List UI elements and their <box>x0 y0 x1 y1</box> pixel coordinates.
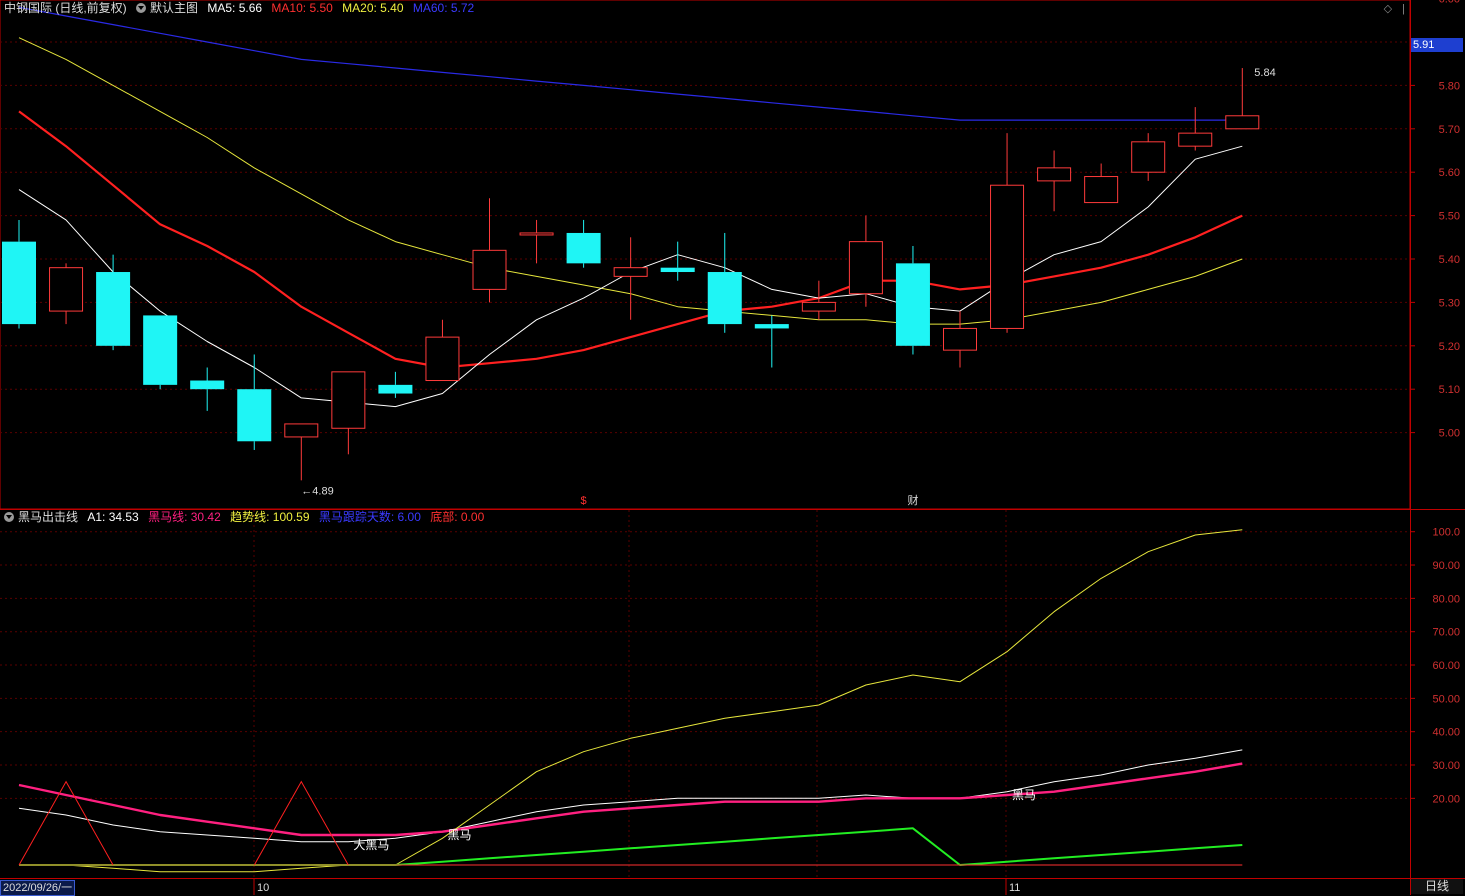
cursor-date-label: 2022/09/26/一 <box>0 880 76 896</box>
candle-up <box>943 327 977 351</box>
indicator-tick-label: 40.00 <box>1432 727 1460 739</box>
ma5-value: MA5: 5.66 <box>207 1 263 15</box>
window-controls: ◇ | <box>1374 2 1405 15</box>
candle-down <box>96 272 131 346</box>
main-chart-menu-icon[interactable] <box>136 3 147 13</box>
price-tick-label: 6.00 <box>1439 0 1460 6</box>
a1-line <box>18 749 1243 843</box>
candle-up <box>1037 167 1072 182</box>
indicator-tick-label: 50.00 <box>1432 693 1460 705</box>
ma10-value: MA10: 5.50 <box>271 1 333 15</box>
price-tick-label: 5.50 <box>1439 211 1460 223</box>
price-tick-label: 5.60 <box>1439 167 1460 179</box>
price-tick-label: 5.10 <box>1439 384 1460 396</box>
signal-peak-triangle <box>253 780 349 866</box>
signal-label: 黑马 <box>1012 788 1036 802</box>
main-chart-label[interactable]: 默认主图 <box>150 1 198 15</box>
chart-canvas[interactable]: 5.005.105.205.305.405.505.605.705.805.90… <box>0 0 1465 895</box>
candle-down <box>237 389 272 442</box>
days-value: 黑马跟踪天数: 6.00 <box>318 510 421 524</box>
candle-up <box>1178 132 1213 147</box>
indicator-tick-label: 70.00 <box>1432 627 1460 639</box>
candle-down <box>754 324 789 329</box>
indicator-tick-label: 80.00 <box>1432 593 1460 605</box>
signal-label: 黑马 <box>447 828 471 842</box>
price-tick-label: 5.70 <box>1439 124 1460 136</box>
indicator-tick-label: 100.0 <box>1432 527 1460 539</box>
indicator-panel-header: 黑马出击线 A1: 34.53 黑马线: 30.42 趋势线: 100.59 黑… <box>4 509 490 525</box>
indicator-menu-icon[interactable] <box>4 512 14 522</box>
candle-up <box>1131 141 1166 173</box>
candle-down <box>707 272 742 325</box>
candle-down <box>190 380 225 390</box>
candle-up <box>425 336 460 382</box>
candle-up <box>848 241 883 295</box>
candle-up <box>1084 176 1119 204</box>
price-panel-header: 中钢国际 (日线,前复权) 默认主图 MA5: 5.66 MA10: 5.50 … <box>4 0 480 16</box>
candle-up <box>801 301 836 312</box>
candle-down <box>895 263 930 346</box>
event-marker: 财 <box>907 493 918 507</box>
heima-value: 黑马线: 30.42 <box>148 510 221 524</box>
candle-up <box>331 371 366 429</box>
trend-value: 趋势线: 100.59 <box>230 510 310 524</box>
current-price-marker: 5.91 <box>1411 38 1463 52</box>
candle-down <box>2 241 36 325</box>
indicator-tick-label: 20.00 <box>1432 793 1460 805</box>
signal-label: 大黑马 <box>353 838 389 852</box>
ma60-line <box>18 6 1243 121</box>
days-line <box>19 827 1243 866</box>
price-tick-label: 5.20 <box>1439 341 1460 353</box>
candle-up <box>49 267 84 312</box>
x-tick-label: 10 <box>257 882 269 894</box>
candle-up <box>1225 115 1260 130</box>
heima-line <box>18 762 1243 837</box>
price-tick-label: 5.80 <box>1439 80 1460 92</box>
stock-title[interactable]: 中钢国际 (日线,前复权) <box>4 1 127 15</box>
candle-down <box>566 232 601 264</box>
diamond-icon[interactable]: ◇ <box>1384 3 1392 15</box>
price-tick-label: 5.30 <box>1439 297 1460 309</box>
candle-down <box>378 384 413 394</box>
candle-up <box>519 232 554 236</box>
indicator-tick-label: 90.00 <box>1432 560 1460 572</box>
low-price-label: ←4.89 <box>301 485 333 497</box>
event-marker: $ <box>581 495 587 507</box>
ma60-value: MA60: 5.72 <box>412 1 475 15</box>
indicator-tick-label: 60.00 <box>1432 660 1460 672</box>
x-tick-label: 11 <box>1009 882 1020 894</box>
ma20-value: MA20: 5.40 <box>342 1 404 15</box>
vertical-bar-icon[interactable]: | <box>1402 3 1405 15</box>
candle-up <box>613 267 648 277</box>
candle-down <box>660 267 695 273</box>
candle-down <box>143 315 178 385</box>
indicator-name[interactable]: 黑马出击线 <box>18 510 78 524</box>
bottom-value: 底部: 0.00 <box>430 510 485 524</box>
candle-up <box>284 423 319 438</box>
indicator-tick-label: 30.00 <box>1432 760 1460 772</box>
high-price-label: 5.84 <box>1254 67 1275 79</box>
price-tick-label: 5.40 <box>1439 254 1460 266</box>
candle-up <box>990 184 1025 329</box>
price-tick-label: 5.00 <box>1439 428 1460 440</box>
period-button[interactable]: 日线 <box>1411 879 1463 894</box>
candle-up <box>472 249 507 290</box>
a1-value: A1: 34.53 <box>87 510 139 524</box>
